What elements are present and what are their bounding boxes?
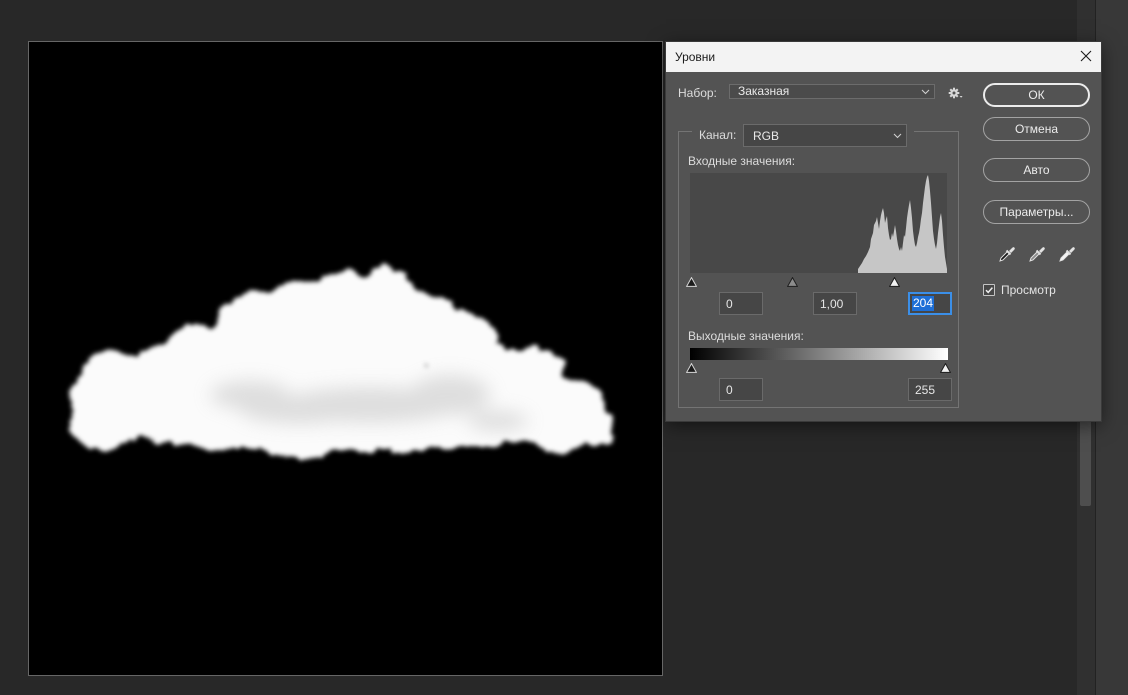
histogram xyxy=(690,173,947,273)
input-black-field[interactable]: 0 xyxy=(719,292,763,315)
auto-button[interactable]: Авто xyxy=(983,158,1090,182)
output-gradient-bar xyxy=(690,348,948,360)
gray-point-eyedropper[interactable] xyxy=(1028,245,1046,263)
white-point-eyedropper[interactable] xyxy=(1058,245,1076,263)
black-point-eyedropper[interactable] xyxy=(998,245,1016,263)
output-black-field[interactable]: 0 xyxy=(719,378,763,401)
eyedropper-black-icon xyxy=(999,247,1015,262)
input-white-slider[interactable] xyxy=(888,277,900,287)
gear-icon[interactable] xyxy=(948,87,964,100)
output-black-value: 0 xyxy=(726,382,733,397)
eyedropper-white-icon xyxy=(1059,247,1075,262)
output-white-field[interactable]: 255 xyxy=(908,378,952,401)
chevron-down-icon xyxy=(921,89,930,94)
document-canvas[interactable] xyxy=(28,41,663,676)
output-white-slider[interactable] xyxy=(939,363,951,373)
cloud-image xyxy=(70,270,616,460)
levels-dialog: Уровни Набор: Заказная Канал: RGB Входны… xyxy=(666,42,1101,421)
input-gamma-slider[interactable] xyxy=(787,277,799,287)
input-gamma-value: 1,00 xyxy=(820,296,844,311)
dialog-titlebar[interactable]: Уровни xyxy=(666,42,1101,72)
input-black-slider[interactable] xyxy=(685,277,697,287)
input-white-value: 204 xyxy=(912,296,935,311)
close-button[interactable] xyxy=(1076,46,1096,66)
preview-label[interactable]: Просмотр xyxy=(1001,283,1056,297)
output-white-value: 255 xyxy=(915,382,936,397)
close-icon xyxy=(1080,50,1092,62)
input-levels-label: Входные значения: xyxy=(688,154,796,168)
histogram-graph xyxy=(858,175,947,273)
dialog-title: Уровни xyxy=(675,50,716,64)
input-gamma-field[interactable]: 1,00 xyxy=(813,292,857,315)
preview-checkbox[interactable] xyxy=(983,284,995,296)
cancel-button[interactable]: Отмена xyxy=(983,117,1090,141)
channel-value: RGB xyxy=(753,128,780,143)
channel-dropdown[interactable]: RGB xyxy=(743,124,907,147)
input-white-field[interactable]: 204 xyxy=(908,292,952,315)
input-black-value: 0 xyxy=(726,296,733,311)
options-button[interactable]: Параметры... xyxy=(983,200,1090,224)
checkmark-icon xyxy=(985,287,993,294)
preset-dropdown[interactable]: Заказная xyxy=(729,84,935,99)
preset-value: Заказная xyxy=(738,84,790,98)
output-levels-label: Выходные значения: xyxy=(688,329,804,343)
eyedropper-gray-icon xyxy=(1029,247,1045,262)
output-black-slider[interactable] xyxy=(685,363,697,373)
photoshop-workspace: Уровни Набор: Заказная Канал: RGB Входны… xyxy=(0,0,1128,695)
chevron-down-icon xyxy=(893,133,902,138)
channel-label: Канал: xyxy=(699,128,737,142)
preset-label: Набор: xyxy=(678,86,717,100)
ok-button[interactable]: ОК xyxy=(983,83,1090,107)
